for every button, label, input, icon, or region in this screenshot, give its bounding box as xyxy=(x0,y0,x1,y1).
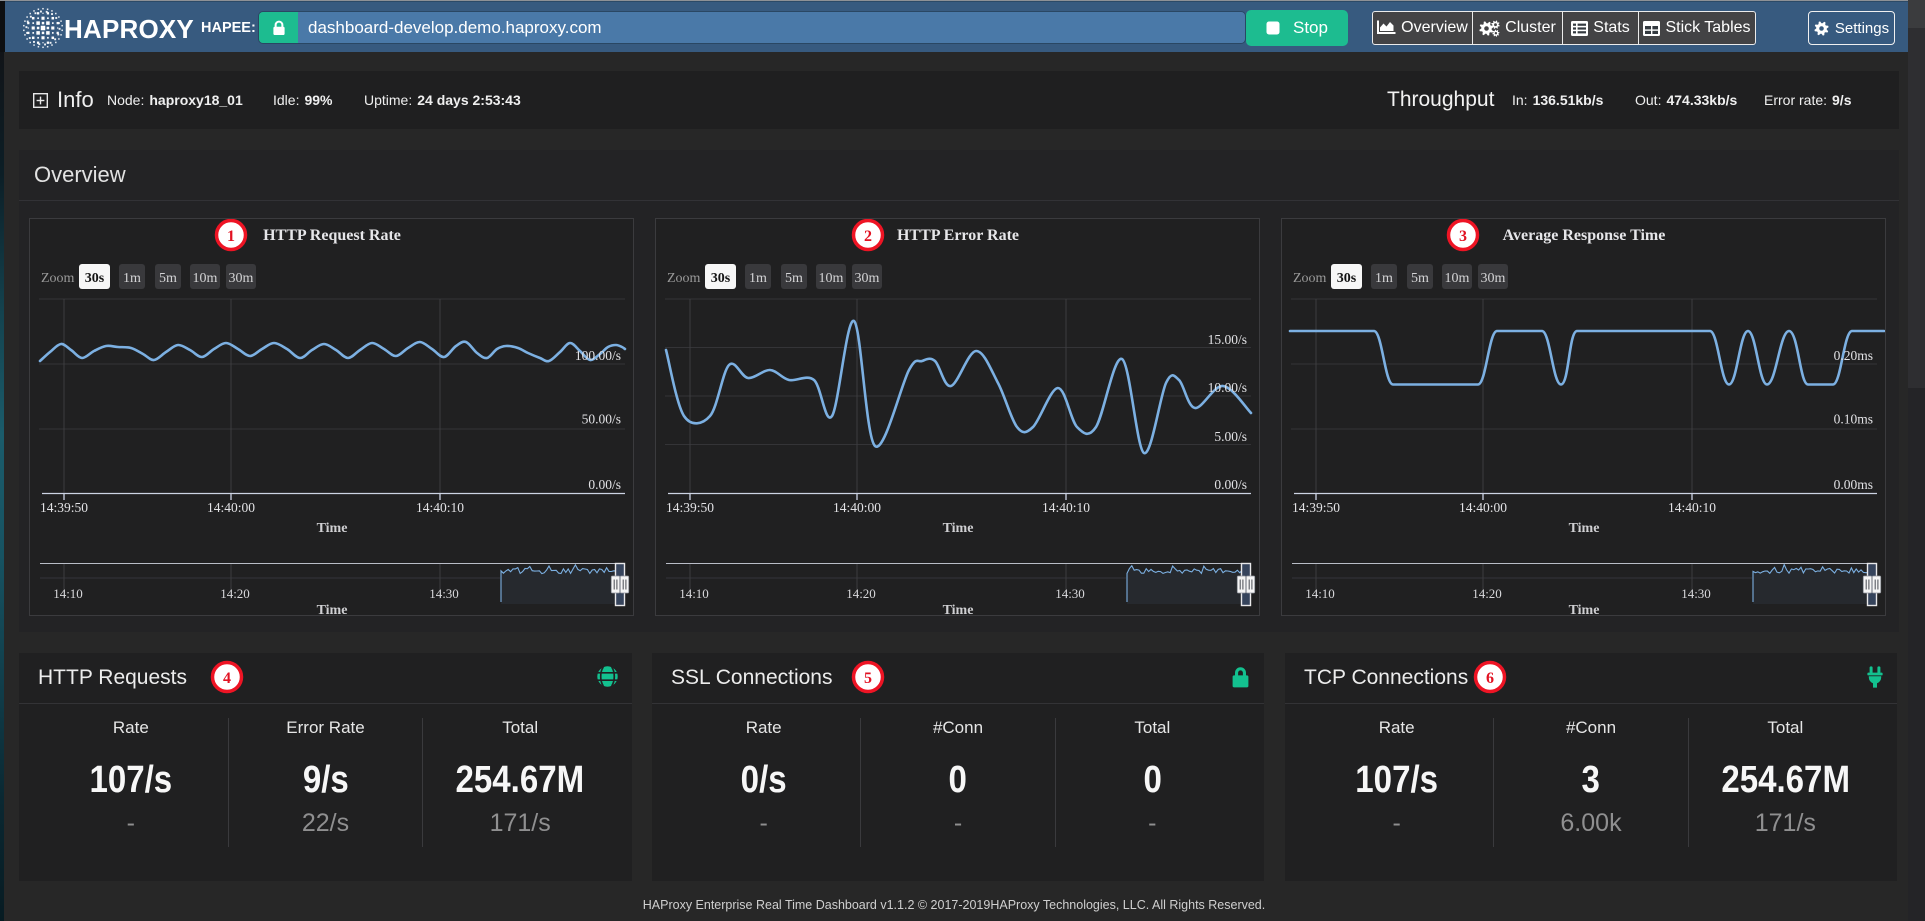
svg-text:14:40:00: 14:40:00 xyxy=(833,500,881,515)
svg-text:14:40:00: 14:40:00 xyxy=(1459,500,1507,515)
svg-text:30m: 30m xyxy=(1481,271,1506,286)
svg-text:5m: 5m xyxy=(785,271,803,286)
svg-text:2: 2 xyxy=(864,228,872,245)
svg-text:30s: 30s xyxy=(85,271,105,286)
svg-text:14:40:10: 14:40:10 xyxy=(1042,500,1090,515)
svg-text:10m: 10m xyxy=(193,271,218,286)
svg-text:50.00/s: 50.00/s xyxy=(582,412,621,427)
svg-text:14:10: 14:10 xyxy=(679,586,709,601)
svg-text:14:39:50: 14:39:50 xyxy=(40,500,88,515)
svg-text:10m: 10m xyxy=(1445,271,1470,286)
svg-text:14:40:10: 14:40:10 xyxy=(416,500,464,515)
svg-text:Time: Time xyxy=(943,521,974,536)
svg-text:14:20: 14:20 xyxy=(220,586,250,601)
svg-text:14:40:00: 14:40:00 xyxy=(207,500,255,515)
svg-text:Average Response Time: Average Response Time xyxy=(1503,227,1666,244)
svg-text:Time: Time xyxy=(1569,521,1600,536)
svg-text:5m: 5m xyxy=(159,271,177,286)
svg-text:HTTP Error Rate: HTTP Error Rate xyxy=(897,227,1019,244)
svg-text:0.00/s: 0.00/s xyxy=(588,477,621,492)
svg-text:5.00/s: 5.00/s xyxy=(1214,429,1247,444)
svg-text:14:10: 14:10 xyxy=(1305,586,1335,601)
svg-text:14:40:10: 14:40:10 xyxy=(1668,500,1716,515)
svg-text:10m: 10m xyxy=(819,271,844,286)
svg-text:0.00/s: 0.00/s xyxy=(1214,477,1247,492)
svg-text:14:30: 14:30 xyxy=(1055,586,1085,601)
svg-text:1m: 1m xyxy=(123,271,141,286)
svg-text:Zoom: Zoom xyxy=(41,271,75,286)
svg-text:10.00/s: 10.00/s xyxy=(1208,380,1247,395)
svg-text:14:39:50: 14:39:50 xyxy=(1292,500,1340,515)
svg-text:3: 3 xyxy=(1459,228,1467,245)
svg-text:30m: 30m xyxy=(229,271,254,286)
svg-text:0.20ms: 0.20ms xyxy=(1834,348,1873,363)
svg-text:Zoom: Zoom xyxy=(667,271,701,286)
svg-text:30s: 30s xyxy=(1337,271,1357,286)
svg-text:0.00ms: 0.00ms xyxy=(1834,477,1873,492)
svg-text:14:39:50: 14:39:50 xyxy=(666,500,714,515)
svg-text:14:30: 14:30 xyxy=(1681,586,1711,601)
svg-text:1m: 1m xyxy=(749,271,767,286)
svg-text:1m: 1m xyxy=(1375,271,1393,286)
svg-text:14:10: 14:10 xyxy=(53,586,83,601)
svg-text:6: 6 xyxy=(1486,670,1494,687)
svg-text:15.00/s: 15.00/s xyxy=(1208,332,1247,347)
svg-text:HTTP Request Rate: HTTP Request Rate xyxy=(263,227,401,244)
svg-text:Time: Time xyxy=(317,521,348,536)
svg-text:14:30: 14:30 xyxy=(429,586,459,601)
svg-text:Time: Time xyxy=(943,603,974,615)
svg-text:14:20: 14:20 xyxy=(846,586,876,601)
svg-text:0.10ms: 0.10ms xyxy=(1834,412,1873,427)
svg-text:5m: 5m xyxy=(1411,271,1429,286)
svg-text:14:20: 14:20 xyxy=(1472,586,1502,601)
svg-text:Time: Time xyxy=(1569,603,1600,615)
svg-text:Time: Time xyxy=(317,603,348,615)
svg-text:Zoom: Zoom xyxy=(1293,271,1327,286)
svg-text:30s: 30s xyxy=(711,271,731,286)
svg-text:100.00/s: 100.00/s xyxy=(575,348,621,363)
svg-text:4: 4 xyxy=(223,670,231,687)
svg-text:30m: 30m xyxy=(855,271,880,286)
svg-text:1: 1 xyxy=(227,228,235,245)
svg-text:5: 5 xyxy=(864,670,872,687)
